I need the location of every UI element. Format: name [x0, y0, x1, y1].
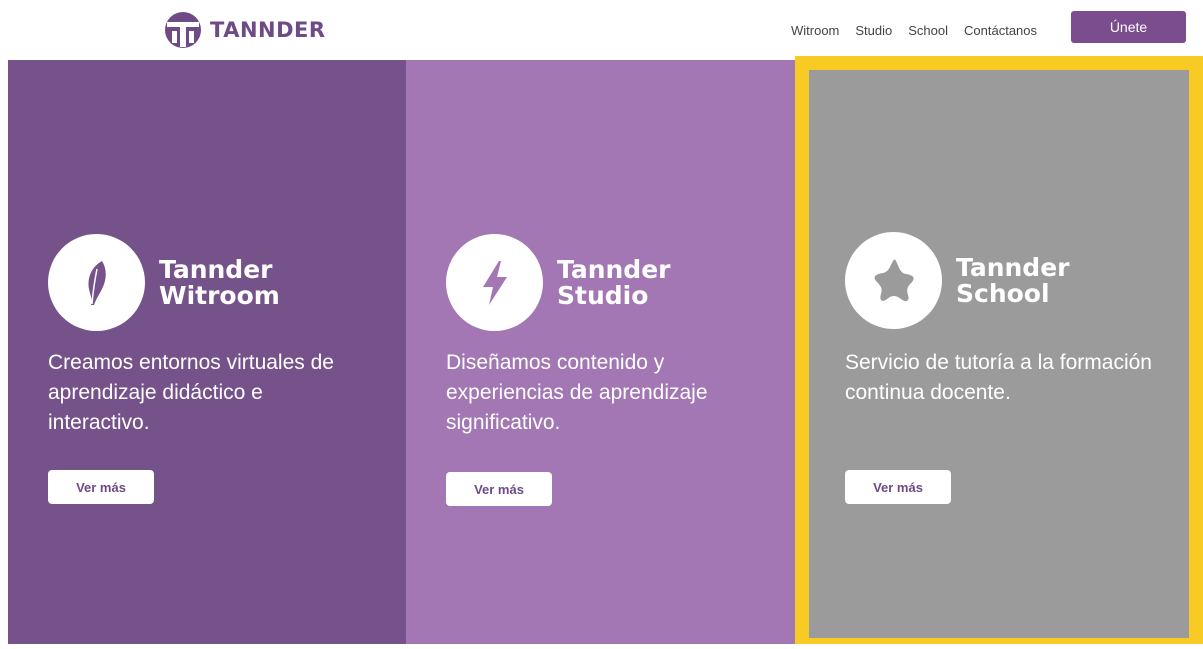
witroom-description: Creamos entornos virtuales de aprendizaj… [48, 351, 334, 434]
nav-witroom[interactable]: Witroom [791, 23, 839, 38]
witroom-more-button[interactable]: Ver más [48, 470, 154, 504]
studio-more-button[interactable]: Ver más [446, 472, 552, 506]
site-header: TANNDER Witroom Studio School Contáctano… [0, 0, 1203, 60]
star-icon [874, 259, 914, 301]
school-icon-circle [845, 232, 942, 329]
studio-title-line2: Studio [557, 280, 649, 310]
join-button[interactable]: Únete [1071, 11, 1186, 43]
witroom-title-line1: Tannder [159, 254, 273, 284]
feather-icon [88, 260, 106, 305]
bottom-strip [0, 644, 1203, 649]
witroom-title-line2: Witroom [159, 280, 280, 310]
studio-brand: Tannder Studio [446, 234, 670, 331]
school-title-line2: School [956, 278, 1050, 308]
nav-school[interactable]: School [908, 23, 948, 38]
panel-witroom: Tannder Witroom Creamos entornos virtual… [8, 60, 406, 644]
school-more-button[interactable]: Ver más [845, 470, 951, 504]
school-title-line1: Tannder [956, 252, 1070, 282]
panel-school: Tannder School Servicio de tutoría a la … [809, 70, 1189, 638]
witroom-brand: Tannder Witroom [48, 234, 280, 331]
studio-icon-circle [446, 234, 543, 331]
witroom-icon-circle [48, 234, 145, 331]
nav-studio[interactable]: Studio [855, 23, 892, 38]
logo-icon [165, 12, 201, 48]
school-title: Tannder School [956, 252, 1070, 308]
logo[interactable]: TANNDER [164, 11, 326, 49]
studio-description: Diseñamos contenido y experiencias de ap… [446, 351, 708, 434]
studio-title-line1: Tannder [557, 254, 671, 284]
lightning-icon [482, 260, 507, 305]
panel-studio: Tannder Studio Diseñamos contenido y exp… [406, 60, 804, 644]
witroom-title: Tannder Witroom [159, 254, 280, 310]
school-description: Servicio de tutoría a la formación conti… [845, 351, 1152, 404]
panel-school-highlight: Tannder School Servicio de tutoría a la … [795, 56, 1203, 646]
logo-text: TANNDER [210, 18, 326, 42]
school-brand: Tannder School [845, 232, 1069, 329]
studio-title: Tannder Studio [557, 254, 671, 310]
nav-contact[interactable]: Contáctanos [964, 23, 1037, 38]
